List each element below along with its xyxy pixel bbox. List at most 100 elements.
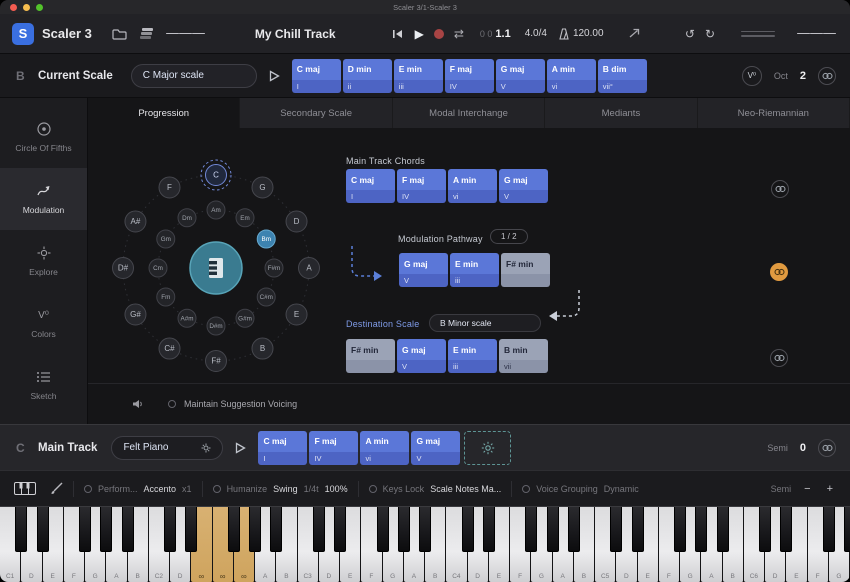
chord-chip-amin[interactable]: A minvi (448, 169, 497, 203)
scale-select[interactable]: C Major scale (131, 64, 257, 88)
piano-key-black[interactable] (525, 507, 537, 552)
circle-of-fifths-widget[interactable]: CGDAEBF#C#G#D#A#FAmEmBmF#mC#mG#mD#mA#mFm… (100, 152, 332, 384)
piano-key-black[interactable] (462, 507, 474, 552)
cof-major-G[interactable]: G (252, 177, 273, 198)
humanize-value[interactable]: Swing (273, 484, 298, 494)
piano-key-black[interactable] (100, 507, 112, 552)
loop-icon[interactable]: ⇄ (454, 28, 464, 40)
perform-value[interactable]: Accento (144, 484, 177, 494)
piano-key-black[interactable] (37, 507, 49, 552)
piano-key-black[interactable] (568, 507, 580, 552)
sidebar-item-sketch[interactable]: Sketch (0, 354, 87, 416)
chord-chip-dmin[interactable]: D minii (343, 59, 392, 93)
chord-chip-gmaj[interactable]: G majV (399, 253, 448, 287)
piano-key-black[interactable] (823, 507, 835, 552)
piano-key-black[interactable] (164, 507, 176, 552)
cof-minor-Asm[interactable]: A#m (178, 309, 196, 327)
piano-key-black[interactable] (674, 507, 686, 552)
tab-mediants[interactable]: Mediants (545, 98, 697, 128)
layers-icon[interactable] (139, 27, 154, 40)
metronome-icon[interactable] (559, 28, 569, 40)
main-chords-link-icon[interactable] (771, 180, 789, 198)
piano-key-black[interactable] (483, 507, 495, 552)
piano-key-black[interactable] (632, 507, 644, 552)
speaker-icon[interactable] (132, 399, 144, 409)
piano-key-black[interactable] (759, 507, 771, 552)
piano-key-black[interactable] (419, 507, 431, 552)
instrument-select[interactable]: Felt Piano (111, 436, 223, 460)
redo-icon[interactable]: ↻ (705, 28, 715, 40)
cof-minor-Am[interactable]: Am (207, 201, 225, 219)
piano-key-black[interactable] (122, 507, 134, 552)
cof-minor-Em[interactable]: Em (236, 209, 254, 227)
play-icon[interactable]: ▶ (415, 28, 424, 40)
sidebar-item-modulation[interactable]: Modulation (0, 168, 87, 230)
hamburger-icon[interactable] (166, 31, 205, 37)
sidebar-item-explore[interactable]: Explore (0, 230, 87, 292)
chord-chip-amin[interactable]: A minvi (547, 59, 596, 93)
chord-chip-fmin[interactable]: F# min (346, 339, 395, 373)
cof-major-A[interactable]: A (299, 258, 320, 279)
chord-chip-bdim[interactable]: B dimvii° (598, 59, 647, 93)
tab-progression[interactable]: Progression (88, 98, 240, 128)
chord-chip-fmaj[interactable]: F majIV (309, 431, 358, 465)
chord-chip-emin[interactable]: E miniii (448, 339, 497, 373)
piano-keyboard[interactable]: C1DEFGABC2D∞∞∞ABC3DEFGABC4DEFGABC5DEFGAB… (0, 506, 850, 582)
chord-chip-cmaj[interactable]: C majI (292, 59, 341, 93)
cof-minor-Csm[interactable]: C#m (257, 288, 275, 306)
chord-chip-cmaj[interactable]: C majI (346, 169, 395, 203)
keyslock-value[interactable]: Scale Notes Ma... (430, 484, 501, 494)
cof-major-F[interactable]: F (159, 177, 180, 198)
cof-major-Cs[interactable]: C# (159, 338, 180, 359)
voicing-button[interactable]: V⁰ (742, 66, 762, 86)
cof-minor-Dm[interactable]: Dm (178, 209, 196, 227)
mini-keyboard-icon[interactable] (14, 482, 36, 495)
cof-major-C[interactable]: C (201, 160, 231, 190)
chord-chip-gmaj[interactable]: G majV (397, 339, 446, 373)
perform-multiplier[interactable]: x1 (182, 484, 192, 494)
cof-major-B[interactable]: B (252, 338, 273, 359)
semi-plus-button[interactable]: + (824, 483, 836, 495)
piano-key-black[interactable] (334, 507, 346, 552)
previous-icon[interactable] (392, 29, 403, 39)
cof-minor-Fsm[interactable]: F#m (265, 259, 283, 277)
cof-minor-Dsm[interactable]: D#m (207, 317, 225, 335)
piano-key-black[interactable] (249, 507, 261, 552)
voice-grouping-value[interactable]: Dynamic (604, 484, 639, 494)
chord-chip-fmaj[interactable]: F majIV (397, 169, 446, 203)
piano-key-black[interactable] (398, 507, 410, 552)
chord-chip-amin[interactable]: A minvi (360, 431, 409, 465)
tab-neo-riemannian[interactable]: Neo-Riemannian (698, 98, 850, 128)
record-icon[interactable] (434, 29, 444, 39)
instrument-gear-icon[interactable] (201, 443, 211, 453)
sidebar-item-colors[interactable]: V⁰ Colors (0, 292, 87, 354)
cof-minor-Bm[interactable]: Bm (257, 230, 275, 248)
folder-icon[interactable] (112, 28, 127, 40)
cof-major-Gs[interactable]: G# (125, 304, 146, 325)
piano-key-black[interactable] (547, 507, 559, 552)
resize-handle-icon[interactable] (741, 28, 775, 40)
piano-key-black[interactable] (780, 507, 792, 552)
chord-chip-gmaj[interactable]: G majV (496, 59, 545, 93)
piano-key-black[interactable] (844, 507, 850, 552)
share-arrow-icon[interactable] (628, 28, 640, 39)
undo-icon[interactable]: ↺ (685, 28, 695, 40)
cof-minor-Gm[interactable]: Gm (157, 230, 175, 248)
chord-chip-bmin[interactable]: B minvii (499, 339, 548, 373)
cof-major-Fs[interactable]: F# (206, 351, 227, 372)
cof-major-Ds[interactable]: D# (113, 258, 134, 279)
pathway-page-selector[interactable]: 1 / 2 (490, 229, 528, 244)
cof-minor-Cm[interactable]: Cm (149, 259, 167, 277)
scale-link-icon[interactable] (818, 67, 836, 85)
chord-chip-fmin[interactable]: F# min (501, 253, 550, 287)
semi-minus-button[interactable]: − (801, 483, 813, 495)
chord-chip-emin[interactable]: E miniii (394, 59, 443, 93)
scale-play-button[interactable] (269, 70, 280, 82)
chord-suggestion-slot[interactable] (464, 431, 511, 465)
chord-chip-cmaj[interactable]: C majI (258, 431, 307, 465)
cof-minor-Fm[interactable]: Fm (157, 288, 175, 306)
menu-icon[interactable] (797, 31, 836, 37)
chord-chip-emin[interactable]: E miniii (450, 253, 499, 287)
time-signature[interactable]: 4.0/4 (525, 28, 547, 39)
piano-key-black[interactable] (313, 507, 325, 552)
